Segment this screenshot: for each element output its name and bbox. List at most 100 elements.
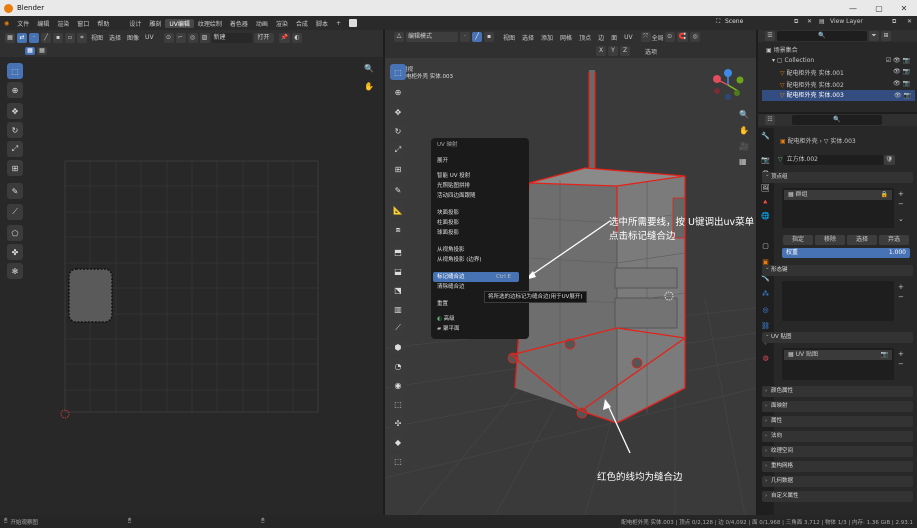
vp-menu-edge[interactable]: 边 (598, 33, 604, 42)
vertex-mode-icon[interactable]: · (460, 32, 470, 42)
vp-transform-tool-icon[interactable]: ⊞ (390, 161, 406, 177)
uv-menu-image[interactable]: 图像 (127, 33, 139, 42)
custom-properties-panel[interactable]: 自定义属性 (762, 491, 913, 502)
vp-menu-face[interactable]: 面 (611, 33, 617, 42)
uv-menu-select[interactable]: 选择 (109, 33, 121, 42)
select-face-icon[interactable]: ▪ (53, 32, 63, 43)
uv-menu-uv[interactable]: UV (145, 34, 154, 41)
mesh-data-name[interactable]: 立方体.002 (782, 154, 883, 165)
view-layer-tab-icon[interactable]: 🖼 (761, 184, 770, 193)
face-mode-icon[interactable]: ▪ (484, 32, 494, 42)
outliner-filter-icon[interactable]: ⏷ (869, 31, 879, 41)
select-button[interactable]: 选择 (847, 235, 877, 245)
vp-menu-view[interactable]: 视图 (503, 33, 515, 42)
spin-tool-icon[interactable]: ◔ (390, 358, 406, 374)
shape-keys-panel[interactable]: 形态键 (762, 263, 913, 276)
maximize-button[interactable]: ▢ (866, 0, 892, 16)
shear-tool-icon[interactable]: ◆ (390, 434, 406, 450)
particles-tab-icon[interactable]: ⁂ (761, 290, 770, 299)
tab-texture-paint[interactable]: 纹理绘制 (194, 19, 226, 28)
menu-help[interactable]: 帮助 (93, 19, 113, 28)
material-tab-icon[interactable]: ◍ (761, 354, 770, 363)
cabinet-mesh[interactable] (507, 70, 687, 424)
uv-sync-icon[interactable]: ⇄ (17, 32, 27, 43)
object-visibility-icon[interactable]: 👁 📷 (894, 90, 911, 101)
vp-menu-vertex[interactable]: 顶点 (579, 33, 591, 42)
image-browse-icon[interactable]: ▨ (199, 32, 210, 43)
select-edge-icon[interactable]: ╱ (41, 32, 51, 43)
menu-item-cube-projection[interactable]: 块面投影 (431, 208, 529, 218)
vp-pan-icon[interactable]: ✋ (739, 126, 749, 135)
vp-menu-add[interactable]: 添加 (541, 33, 553, 42)
ortho-toggle-icon[interactable]: ▦ (739, 157, 747, 166)
menu-render[interactable]: 渲染 (53, 19, 73, 28)
edge-slide-tool-icon[interactable]: ⬚ (390, 396, 406, 412)
vgroup-menu-icon[interactable]: ⌄ (898, 215, 904, 223)
minimize-button[interactable]: — (840, 0, 866, 16)
normals-panel[interactable]: 法向 (762, 431, 913, 442)
uvmap-remove-icon[interactable]: − (898, 360, 904, 368)
select-island-icon[interactable]: ▫ (65, 32, 75, 43)
render-tab-icon[interactable]: 📷 (761, 156, 770, 165)
vp-editor-type-icon[interactable]: ⧊ (394, 32, 404, 42)
new-image-button[interactable]: 新建 (211, 32, 252, 43)
outliner-object-2[interactable]: ▽ 配电柜外壳 实体.002 👁 📷 (780, 80, 912, 89)
vp-annotate-tool-icon[interactable]: ✎ (390, 182, 406, 198)
mode-dropdown[interactable]: 编辑模式 (406, 32, 458, 42)
pivot-icon[interactable]: ⊙ (163, 32, 174, 43)
texture-space-panel[interactable]: 纹理空间 (762, 446, 913, 457)
tab-rendering[interactable]: 渲染 (272, 19, 292, 28)
tool-tab-icon[interactable]: 🔧 (761, 132, 770, 141)
tab-animation[interactable]: 动画 (252, 19, 272, 28)
vp-move-tool-icon[interactable]: ✥ (390, 104, 406, 120)
uv-overlay-icon[interactable]: ▦ (25, 47, 35, 55)
outliner-object-1[interactable]: ▽ 配电柜外壳 实体.001 👁 📷 (780, 68, 912, 77)
color-attributes-panel[interactable]: 颜色属性 (762, 386, 913, 397)
vp-scale-tool-icon[interactable]: ⤢ (390, 142, 406, 158)
scene-copy-icon[interactable]: ⧉ (790, 18, 802, 26)
vp-menu-select[interactable]: 选择 (522, 33, 534, 42)
uv-map-item[interactable]: ▦ UV 贴图 📷 (784, 350, 892, 360)
view-layer-delete-icon[interactable]: ✕ (903, 18, 916, 25)
outliner-search-input[interactable]: 🔍 (777, 31, 867, 41)
menu-item-follow-quads[interactable]: 活动四边面跟随 (431, 191, 529, 201)
properties-search-input[interactable]: 🔍 (792, 115, 882, 125)
scene-tab-icon[interactable]: 🔺 (761, 198, 770, 207)
scene-collection[interactable]: ▣ 场景集合 (766, 45, 798, 54)
bevel-tool-icon[interactable]: ⬔ (390, 282, 406, 298)
tab-uv-editing[interactable]: UV编辑 (165, 18, 194, 28)
uv-map-list[interactable]: ▦ UV 贴图 📷 (782, 348, 894, 380)
new-collection-icon[interactable]: ⊞ (881, 31, 891, 41)
tab-layout[interactable]: 设计 (125, 19, 145, 28)
workspace-square-icon[interactable] (348, 19, 357, 27)
mirror-x-button[interactable]: X (596, 46, 606, 56)
face-maps-panel[interactable]: 面映射 (762, 401, 913, 412)
loop-cut-tool-icon[interactable]: ▥ (390, 301, 406, 317)
vp-add-cube-tool-icon[interactable]: ⧈ (390, 222, 406, 238)
assign-button[interactable]: 指定 (783, 235, 813, 245)
collection-row[interactable]: ▾ ▢ Collection ☑ 👁 📷 (772, 57, 912, 64)
vgroup-add-icon[interactable]: + (898, 190, 904, 198)
attributes-panel[interactable]: 属性 (762, 416, 913, 427)
snap-icon[interactable]: ⌐ (175, 32, 186, 43)
inset-tool-icon[interactable]: ⬓ (390, 263, 406, 279)
object-visibility-icon[interactable]: 👁 📷 (893, 80, 910, 87)
proportional-icon[interactable]: ◎ (187, 32, 198, 43)
view-layer-name[interactable]: View Layer (826, 18, 867, 25)
menu-item-advanced[interactable]: ◐ 高级 (431, 314, 529, 324)
select-vertex-icon[interactable]: · (29, 32, 39, 43)
menu-item-lightmap[interactable]: 光照贴图拼排 (431, 181, 529, 191)
sticky-select-icon[interactable]: ⌗ (77, 32, 87, 43)
properties-editor-icon[interactable]: ☷ (765, 115, 775, 125)
menu-item-planar[interactable]: ▰ 聚平面 (431, 324, 529, 334)
view-layer-copy-icon[interactable]: ⧉ (888, 18, 900, 26)
pin-icon[interactable]: 📌 (278, 32, 291, 43)
tab-compositing[interactable]: 合成 (292, 19, 312, 28)
vp-pivot-icon[interactable]: ⊙ (664, 32, 675, 42)
shapekey-add-icon[interactable]: + (898, 283, 904, 291)
vgroup-remove-icon[interactable]: − (898, 200, 904, 208)
collection-tab-icon[interactable]: ▢ (761, 242, 770, 251)
vp-measure-tool-icon[interactable]: 📐 (390, 202, 406, 218)
tab-scripting[interactable]: 脚本 (312, 19, 332, 28)
shapekey-remove-icon[interactable]: − (898, 293, 904, 301)
